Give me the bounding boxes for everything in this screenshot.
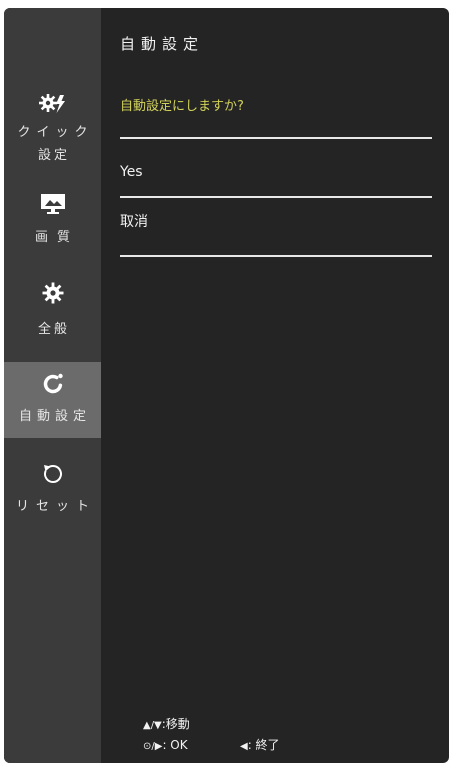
page-title: 自動設定 [120, 35, 205, 53]
option-label: Yes [120, 164, 143, 180]
hint-text: : OK [162, 738, 188, 752]
footer-exit-hint: ◀: 終了 [240, 736, 280, 756]
reset-icon [43, 465, 62, 483]
sidebar-item-label: リセット [15, 499, 96, 514]
quick-settings-icon [38, 94, 65, 113]
sidebar-item-picture[interactable]: 画質 [4, 188, 101, 258]
sidebar-item-label: 画質 [34, 230, 79, 245]
sidebar-item-label: クイック [17, 125, 94, 140]
sidebar-item-label: 全般 [37, 322, 70, 337]
osd-menu: クイック 設定 画質 全般 自動設定 リセット 自動設定 自動設定にしますか? … [4, 8, 449, 763]
picture-icon [40, 194, 65, 214]
confirm-question: 自動設定にしますか? [120, 99, 244, 114]
sidebar-item-general[interactable]: 全般 [4, 276, 101, 354]
hint-text: : 終了 [247, 738, 280, 752]
option-yes[interactable]: Yes [120, 139, 432, 196]
sidebar: クイック 設定 画質 全般 自動設定 リセット [4, 8, 101, 763]
main-panel: 自動設定 自動設定にしますか? Yes 取消 ▲/▼:移動 ⊙/▶: OK ◀:… [101, 8, 449, 763]
footer-confirm-hint: ⊙/▶: OK [143, 736, 188, 756]
sidebar-item-auto-adjust[interactable]: 自動設定 [4, 362, 101, 438]
option-label: 取消 [120, 214, 148, 230]
ok-keys-icon: ⊙/▶ [143, 741, 163, 752]
left-key-icon: ◀ [240, 741, 248, 752]
gear-icon [42, 282, 63, 304]
hint-text: :移動 [161, 717, 190, 731]
up-down-keys-icon: ▲/▼ [143, 720, 162, 731]
option-cancel[interactable]: 取消 [120, 198, 432, 255]
auto-adjust-icon [43, 373, 63, 394]
footer-navigate-hint: ▲/▼:移動 [143, 715, 190, 735]
sidebar-item-quick-settings[interactable]: クイック 設定 [4, 88, 101, 188]
sidebar-item-label: 自動設定 [18, 409, 91, 424]
sidebar-item-label: 設定 [37, 148, 70, 163]
sidebar-item-reset[interactable]: リセット [4, 456, 101, 526]
divider [120, 255, 432, 257]
